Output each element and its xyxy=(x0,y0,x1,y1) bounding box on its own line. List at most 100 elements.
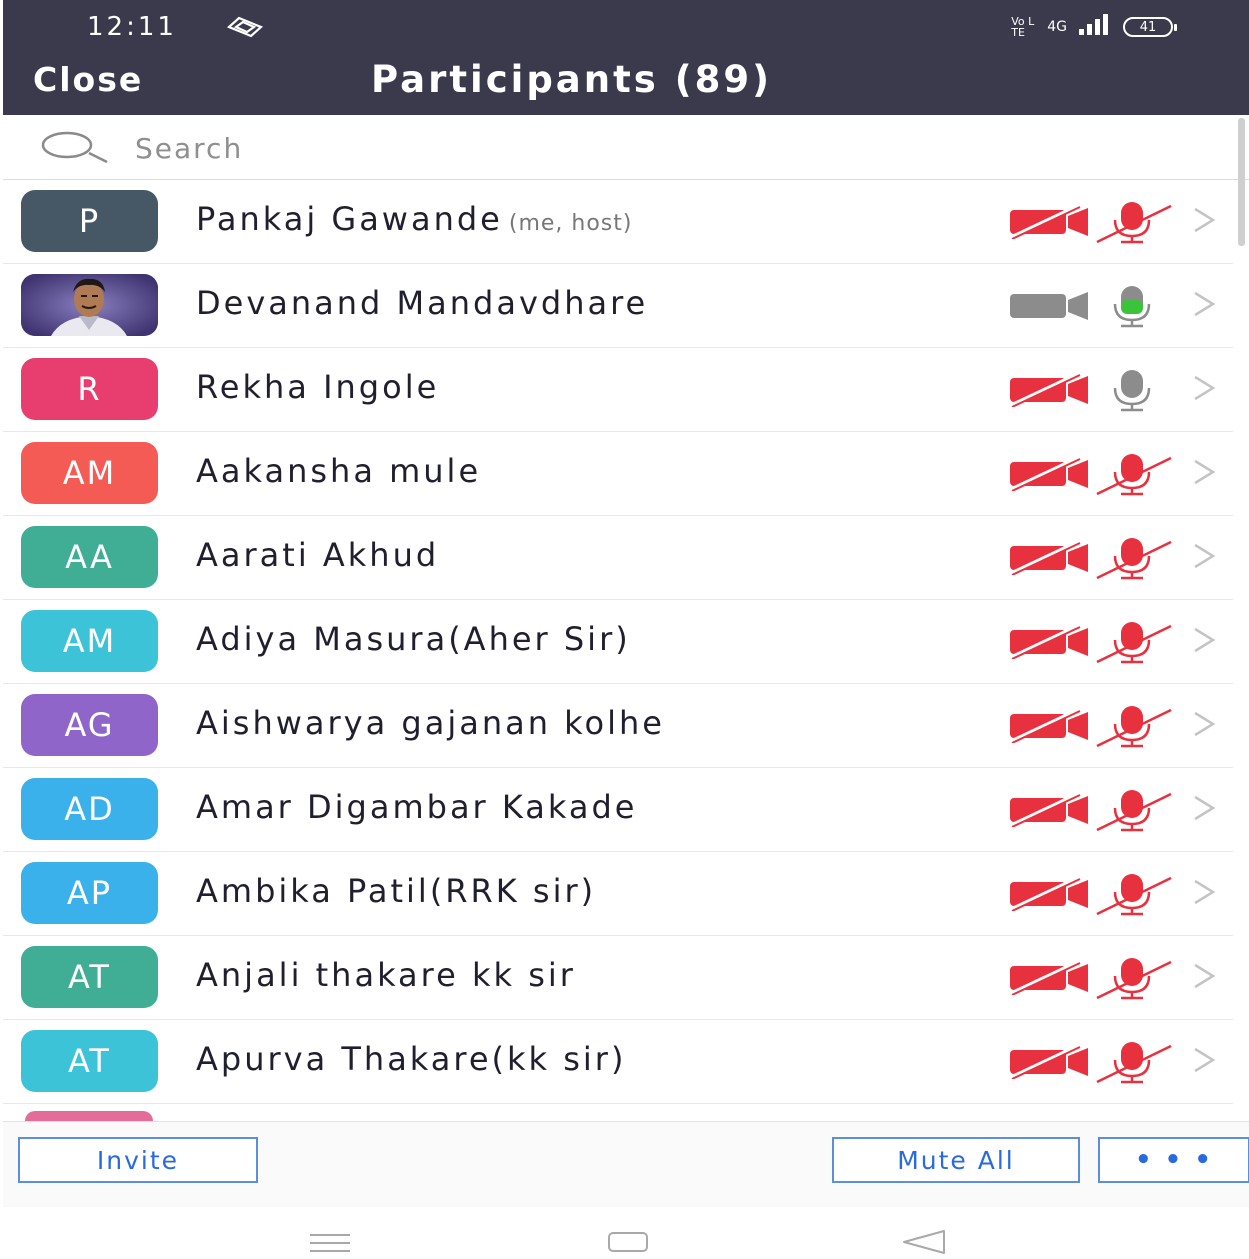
participant-name-container: Rekha Ingole xyxy=(196,368,439,406)
chevron-right-icon[interactable] xyxy=(1189,290,1219,322)
video-off-icon[interactable] xyxy=(1008,204,1092,243)
video-off-icon[interactable] xyxy=(1008,1044,1092,1083)
participant-name-container: Pankaj Gawande (me, host) xyxy=(196,200,632,238)
participant-name: Apurva Thakare(kk sir) xyxy=(196,1040,627,1078)
scrollbar[interactable] xyxy=(1238,118,1245,246)
participant-row[interactable]: AM Adiya Masura(Aher Sir) xyxy=(3,600,1233,684)
chevron-right-icon[interactable] xyxy=(1189,710,1219,742)
video-on-icon[interactable] xyxy=(1008,289,1092,327)
chevron-right-icon[interactable] xyxy=(1189,542,1219,574)
avatar: AP xyxy=(21,862,158,924)
participant-row[interactable]: AP Ambika Patil(RRK sir) xyxy=(3,852,1233,936)
partial-avatar xyxy=(25,1111,153,1121)
participant-name: Aakansha mule xyxy=(196,452,482,490)
participant-list: P Pankaj Gawande (me, host) Devanand Mandav… xyxy=(3,180,1233,1104)
video-off-icon[interactable] xyxy=(1008,876,1092,915)
participant-name: Devanand Mandavdhare xyxy=(196,284,649,322)
close-button[interactable]: Close xyxy=(33,60,143,99)
chevron-right-icon[interactable] xyxy=(1189,794,1219,826)
avatar: AA xyxy=(21,526,158,588)
video-off-icon[interactable] xyxy=(1008,456,1092,495)
chevron-right-icon[interactable] xyxy=(1189,962,1219,994)
participant-name: Pankaj Gawande xyxy=(196,200,503,238)
mic-icon[interactable] xyxy=(1095,368,1175,416)
home-icon[interactable] xyxy=(607,1231,649,1257)
participant-row[interactable]: AG Aishwarya gajanan kolhe xyxy=(3,684,1233,768)
chevron-right-icon[interactable] xyxy=(1189,374,1219,406)
chevron-right-icon[interactable] xyxy=(1189,458,1219,490)
menu-icon[interactable] xyxy=(308,1233,352,1257)
more-options-button[interactable]: • • • xyxy=(1098,1137,1249,1183)
participant-name: Rekha Ingole xyxy=(196,368,440,406)
mic-muted-icon[interactable] xyxy=(1095,200,1175,248)
mic-muted-icon[interactable] xyxy=(1095,872,1175,920)
status-indicators: Vo LTE 4G 41 xyxy=(1011,14,1177,40)
participant-name: Anjali thakare kk sir xyxy=(196,956,576,994)
header-bar: 12:11 Vo LTE 4G 41 Close Participants (8… xyxy=(3,0,1249,115)
mic-muted-icon[interactable] xyxy=(1095,1040,1175,1088)
participant-name-container: Apurva Thakare(kk sir) xyxy=(196,1040,626,1078)
vpn-icon xyxy=(225,14,265,44)
avatar: AT xyxy=(21,946,158,1008)
participant-role-tag: (me, host) xyxy=(508,211,633,236)
avatar: AG xyxy=(21,694,158,756)
invite-button[interactable]: Invite xyxy=(18,1137,258,1183)
search-icon xyxy=(39,129,113,169)
avatar: AD xyxy=(21,778,158,840)
chevron-right-icon[interactable] xyxy=(1189,878,1219,910)
participant-row[interactable]: AA Aarati Akhud xyxy=(3,516,1233,600)
participant-name-container: Aishwarya gajanan kolhe xyxy=(196,704,665,742)
participant-name-container: Ambika Patil(RRK sir) xyxy=(196,872,596,910)
participant-row[interactable]: AT Apurva Thakare(kk sir) xyxy=(3,1020,1233,1104)
participant-row[interactable]: P Pankaj Gawande (me, host) xyxy=(3,180,1233,264)
footer-toolbar: Invite Mute All • • • xyxy=(3,1121,1249,1208)
signal-icon xyxy=(1077,14,1113,40)
participant-name-container: Aarati Akhud xyxy=(196,536,439,574)
avatar-photo xyxy=(21,274,158,336)
network-type: 4G xyxy=(1047,19,1067,35)
video-off-icon[interactable] xyxy=(1008,960,1092,999)
participant-row[interactable]: AM Aakansha mule xyxy=(3,432,1233,516)
avatar: AM xyxy=(21,442,158,504)
mic-muted-icon[interactable] xyxy=(1095,536,1175,584)
volte-icon: Vo LTE xyxy=(1011,15,1035,39)
status-time: 12:11 xyxy=(87,12,177,42)
avatar: P xyxy=(21,190,158,252)
video-off-icon[interactable] xyxy=(1008,372,1092,411)
battery-icon: 41 xyxy=(1123,17,1177,37)
participant-name: Ambika Patil(RRK sir) xyxy=(196,872,597,910)
chevron-right-icon[interactable] xyxy=(1189,626,1219,658)
participant-name-container: Aakansha mule xyxy=(196,452,481,490)
search-input[interactable] xyxy=(133,127,987,169)
mute-all-button[interactable]: Mute All xyxy=(832,1137,1080,1183)
chevron-right-icon[interactable] xyxy=(1189,206,1219,238)
chevron-right-icon[interactable] xyxy=(1189,1046,1219,1078)
mic-muted-icon[interactable] xyxy=(1095,620,1175,668)
back-icon[interactable] xyxy=(900,1229,946,1259)
participant-name-container: Devanand Mandavdhare xyxy=(196,284,648,322)
avatar: R xyxy=(21,358,158,420)
participant-name: Adiya Masura(Aher Sir) xyxy=(196,620,631,658)
avatar: AT xyxy=(21,1030,158,1092)
participant-row[interactable]: AD Amar Digambar Kakade xyxy=(3,768,1233,852)
video-off-icon[interactable] xyxy=(1008,708,1092,747)
participant-row[interactable]: Devanand Mandavdhare xyxy=(3,264,1233,348)
page-title: Participants (89) xyxy=(371,58,773,101)
search-bar xyxy=(3,115,1249,180)
video-off-icon[interactable] xyxy=(1008,792,1092,831)
mic-icon[interactable] xyxy=(1095,284,1175,332)
participant-name: Aishwarya gajanan kolhe xyxy=(196,704,665,742)
video-off-icon[interactable] xyxy=(1008,624,1092,663)
mic-muted-icon[interactable] xyxy=(1095,956,1175,1004)
participant-name: Aarati Akhud xyxy=(196,536,440,574)
video-off-icon[interactable] xyxy=(1008,540,1092,579)
participant-name-container: Adiya Masura(Aher Sir) xyxy=(196,620,631,658)
system-nav-bar xyxy=(0,1207,1249,1254)
participant-name: Amar Digambar Kakade xyxy=(196,788,638,826)
mic-muted-icon[interactable] xyxy=(1095,788,1175,836)
participant-row[interactable]: R Rekha Ingole xyxy=(3,348,1233,432)
mic-muted-icon[interactable] xyxy=(1095,704,1175,752)
participant-row[interactable]: AT Anjali thakare kk sir xyxy=(3,936,1233,1020)
participant-name-container: Anjali thakare kk sir xyxy=(196,956,576,994)
mic-muted-icon[interactable] xyxy=(1095,452,1175,500)
